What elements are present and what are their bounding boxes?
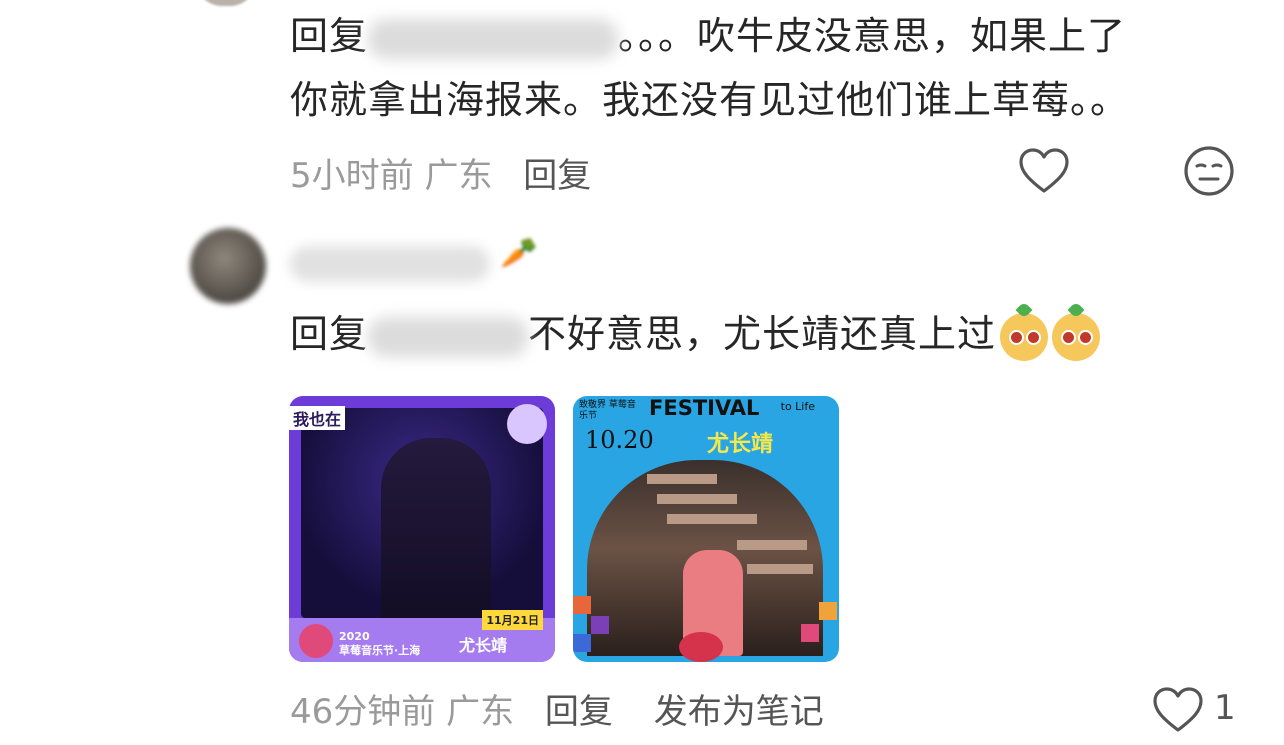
stair — [737, 540, 807, 550]
poster-artist: 尤长靖 — [707, 432, 774, 457]
neutral-face-icon[interactable] — [1183, 145, 1235, 197]
poster-artist: 尤长靖 — [459, 636, 508, 655]
deco-shape — [573, 634, 591, 652]
comment-meta: 46分钟前 广东 回复 发布为笔记 — [290, 684, 824, 733]
carrot-badge-icon: 🥕 — [500, 236, 538, 271]
stair — [747, 564, 813, 574]
comment-location: 广东 — [446, 692, 515, 732]
heart-outline-icon[interactable] — [1152, 686, 1204, 734]
deco-shape — [801, 624, 819, 642]
strawberry-logo-icon — [299, 624, 333, 658]
comment-meta: 5小时前 广东 回复 — [290, 148, 591, 197]
poster-date: 10.20 — [585, 426, 654, 454]
poster-photo — [301, 408, 543, 628]
poster-badge-icon — [507, 404, 547, 444]
comment-text: 回复 不好意思，尤长靖还真上过 — [290, 301, 1101, 366]
deco-shape — [573, 596, 591, 614]
poster-festival: 2020 草莓音乐节·上海 — [339, 630, 439, 658]
poster-figure — [381, 438, 491, 628]
reply-button[interactable]: 回复 — [523, 156, 591, 196]
blurred-username — [368, 18, 619, 59]
avatar[interactable] — [196, 0, 256, 6]
poster-date: 11月21日 — [482, 610, 543, 630]
reply-button[interactable]: 回复 — [545, 692, 613, 732]
publish-note-button[interactable]: 发布为笔记 — [654, 692, 824, 732]
stair — [657, 494, 737, 504]
comment-image-1[interactable]: 我也在 2020 草莓音乐节·上海 11月21日 尤长靖 — [289, 396, 555, 662]
comment-time: 5小时前 — [290, 156, 414, 196]
stair — [667, 514, 757, 524]
poster-year: 2020 — [339, 630, 370, 643]
stair — [647, 474, 717, 484]
comment-text: 回复 。。。吹牛皮没意思，如果上了 — [290, 4, 1126, 68]
poster-photo — [587, 460, 823, 656]
comment-line-1: 。。。吹牛皮没意思，如果上了 — [618, 14, 1127, 58]
sticker-icon — [1000, 301, 1049, 361]
heart-outline-icon[interactable] — [1018, 147, 1070, 195]
blurred-username — [368, 316, 529, 357]
comment-image-2[interactable]: 致敬界 草莓音乐节 FESTIVAL to Life 10.20 尤长靖 — [573, 396, 839, 662]
poster-life: to Life — [780, 400, 815, 413]
poster-festival-name: 草莓音乐节·上海 — [339, 644, 421, 657]
like-count: 1 — [1214, 688, 1236, 728]
comment-location: 广东 — [424, 156, 493, 196]
strawberry-icon — [679, 632, 723, 662]
blurred-username[interactable] — [290, 246, 490, 282]
reply-prefix: 回复 — [290, 312, 369, 356]
poster-small-text: 致敬界 草莓音乐节 — [579, 400, 636, 421]
comment-time: 46分钟前 — [290, 692, 436, 732]
avatar[interactable] — [190, 228, 266, 304]
deco-shape — [819, 602, 837, 620]
comment-text-line-2: 你就拿出海报来。我还没有见过他们谁上草莓。。 — [290, 78, 1130, 122]
reply-prefix: 回复 — [290, 14, 369, 58]
deco-shape — [591, 616, 609, 634]
comment-body: 不好意思，尤长靖还真上过 — [528, 312, 997, 356]
poster-title: FESTIVAL — [649, 396, 760, 420]
poster-tag: 我也在 — [289, 406, 346, 430]
sticker-icon — [1052, 301, 1101, 361]
